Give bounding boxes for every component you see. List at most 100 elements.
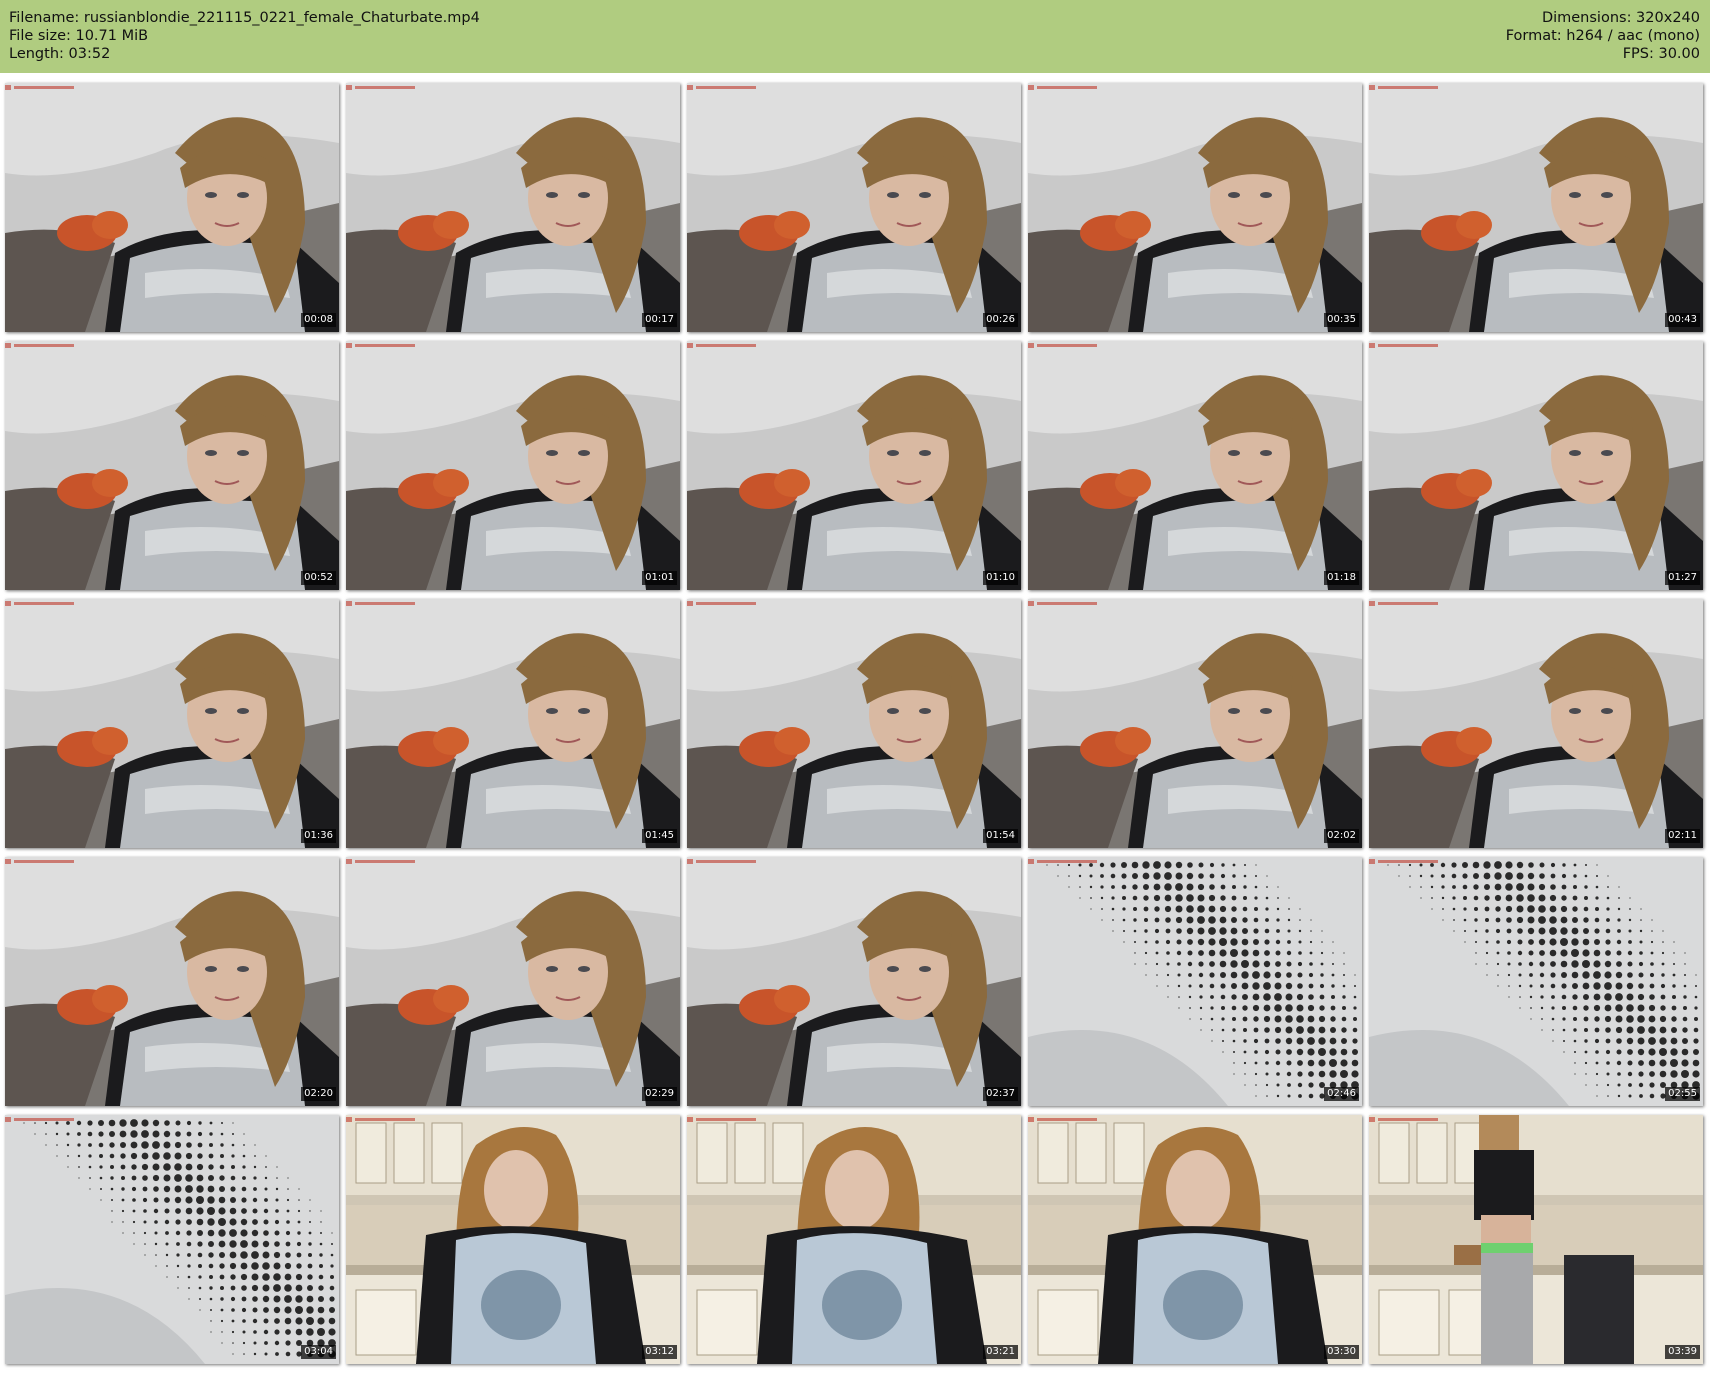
timestamp-label: 01:18 — [1324, 571, 1359, 585]
video-thumbnail: 01:01 — [346, 341, 680, 590]
timestamp-label: 03:04 — [301, 1345, 336, 1359]
thumbnail-image — [1369, 83, 1703, 332]
watermark-logo — [687, 343, 756, 348]
thumbnail-image — [5, 599, 339, 848]
watermark-logo — [346, 859, 415, 864]
video-thumbnail: 00:26 — [687, 83, 1021, 332]
timestamp-label: 03:30 — [1324, 1345, 1359, 1359]
thumbnail-image — [5, 1115, 339, 1364]
filesize-text: File size: 10.71 MiB — [9, 28, 149, 44]
thumbnail-image — [1369, 599, 1703, 848]
thumbnail-image — [346, 1115, 680, 1364]
thumbnail-image — [1369, 857, 1703, 1106]
video-thumbnail: 00:17 — [346, 83, 680, 332]
watermark-logo — [687, 1117, 756, 1122]
video-thumbnail: 03:21 — [687, 1115, 1021, 1364]
timestamp-label: 02:37 — [983, 1087, 1018, 1101]
thumbnail-image — [687, 599, 1021, 848]
timestamp-label: 02:02 — [1324, 829, 1359, 843]
file-info-right: Dimensions: 320x240 Format: h264 / aac (… — [1506, 9, 1700, 63]
thumbnail-image — [687, 857, 1021, 1106]
watermark-logo — [5, 85, 74, 90]
video-thumbnail: 03:39 — [1369, 1115, 1703, 1364]
video-thumbnail: 00:08 — [5, 83, 339, 332]
watermark-logo — [5, 601, 74, 606]
thumbnail-image — [1369, 1115, 1703, 1364]
timestamp-label: 03:12 — [642, 1345, 677, 1359]
timestamp-label: 01:36 — [301, 829, 336, 843]
video-thumbnail: 02:29 — [346, 857, 680, 1106]
timestamp-label: 00:08 — [301, 313, 336, 327]
video-thumbnail: 01:36 — [5, 599, 339, 848]
video-thumbnail: 01:54 — [687, 599, 1021, 848]
timestamp-label: 02:20 — [301, 1087, 336, 1101]
format-text: Format: h264 / aac (mono) — [1505, 28, 1700, 44]
thumbnail-image — [1028, 83, 1362, 332]
video-thumbnail: 01:27 — [1369, 341, 1703, 590]
watermark-logo — [1369, 343, 1438, 348]
thumbnail-image — [5, 857, 339, 1106]
thumbnail-image — [687, 341, 1021, 590]
video-thumbnail: 02:02 — [1028, 599, 1362, 848]
watermark-logo — [5, 859, 74, 864]
filename-text: Filename: russianblondie_221115_0221_fem… — [9, 10, 480, 26]
timestamp-label: 02:29 — [642, 1087, 677, 1101]
timestamp-label: 00:26 — [983, 313, 1018, 327]
timestamp-label: 01:01 — [642, 571, 677, 585]
info-header: Filename: russianblondie_221115_0221_fem… — [0, 0, 1710, 73]
timestamp-label: 02:55 — [1665, 1087, 1700, 1101]
timestamp-label: 01:45 — [642, 829, 677, 843]
watermark-logo — [1028, 601, 1097, 606]
watermark-logo — [5, 343, 74, 348]
watermark-logo — [1028, 1117, 1097, 1122]
timestamp-label: 01:10 — [983, 571, 1018, 585]
watermark-logo — [346, 343, 415, 348]
dimensions-text: Dimensions: 320x240 — [1541, 10, 1700, 26]
timestamp-label: 00:35 — [1324, 313, 1359, 327]
watermark-logo — [1028, 859, 1097, 864]
watermark-logo — [1369, 859, 1438, 864]
thumbnail-image — [5, 83, 339, 332]
timestamp-label: 00:17 — [642, 313, 677, 327]
thumbnail-image — [687, 1115, 1021, 1364]
file-info-left: Filename: russianblondie_221115_0221_fem… — [9, 9, 480, 63]
thumbnail-image — [5, 341, 339, 590]
watermark-logo — [1369, 601, 1438, 606]
video-thumbnail: 02:11 — [1369, 599, 1703, 848]
thumbnail-image — [1028, 599, 1362, 848]
video-thumbnail: 03:04 — [5, 1115, 339, 1364]
thumbnail-image — [346, 599, 680, 848]
watermark-logo — [1028, 85, 1097, 90]
watermark-logo — [346, 85, 415, 90]
watermark-logo — [1369, 1117, 1438, 1122]
fps-text: FPS: 30.00 — [1622, 46, 1700, 62]
video-thumbnail: 02:20 — [5, 857, 339, 1106]
video-thumbnail: 03:30 — [1028, 1115, 1362, 1364]
video-thumbnail: 01:18 — [1028, 341, 1362, 590]
timestamp-label: 00:43 — [1665, 313, 1700, 327]
length-text: Length: 03:52 — [9, 46, 111, 62]
thumbnail-image — [1369, 341, 1703, 590]
thumbnail-image — [1028, 1115, 1362, 1364]
video-thumbnail: 00:52 — [5, 341, 339, 590]
video-thumbnail: 03:12 — [346, 1115, 680, 1364]
timestamp-label: 01:27 — [1665, 571, 1700, 585]
thumbnail-image — [346, 341, 680, 590]
video-thumbnail: 00:35 — [1028, 83, 1362, 332]
watermark-logo — [5, 1117, 74, 1122]
timestamp-label: 02:46 — [1324, 1087, 1359, 1101]
thumbnail-grid: 00:08 00:17 00:26 00:35 00:43 00:52 01:01 01:10… — [5, 83, 1705, 1368]
timestamp-label: 03:21 — [983, 1345, 1018, 1359]
video-thumbnail: 01:45 — [346, 599, 680, 848]
timestamp-label: 00:52 — [301, 571, 336, 585]
thumbnail-image — [1028, 341, 1362, 590]
timestamp-label: 01:54 — [983, 829, 1018, 843]
watermark-logo — [1369, 85, 1438, 90]
thumbnail-image — [687, 83, 1021, 332]
video-thumbnail: 02:55 — [1369, 857, 1703, 1106]
watermark-logo — [687, 85, 756, 90]
timestamp-label: 02:11 — [1665, 829, 1700, 843]
watermark-logo — [346, 601, 415, 606]
video-thumbnail: 00:43 — [1369, 83, 1703, 332]
watermark-logo — [687, 601, 756, 606]
